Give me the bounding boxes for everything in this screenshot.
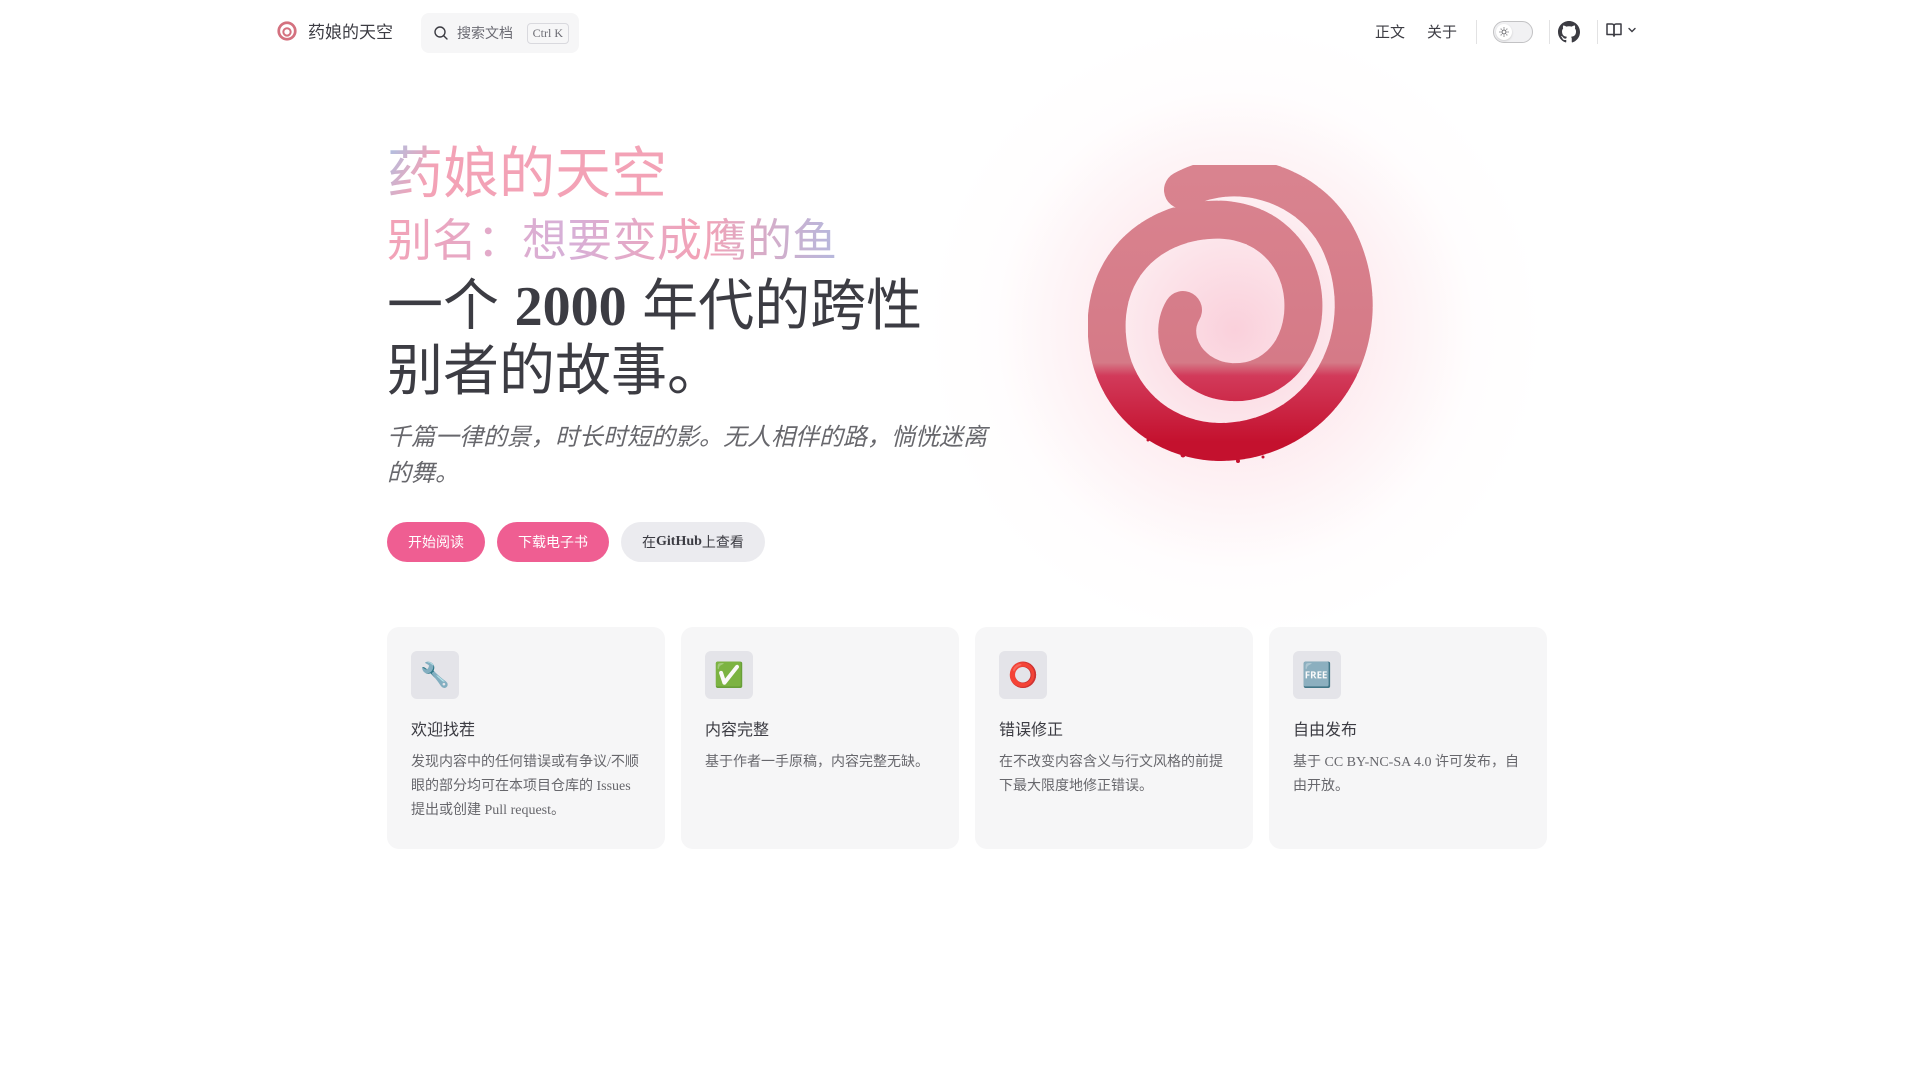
hero-headline-part: 别者的故事。: [387, 339, 723, 402]
nav-divider: [1549, 20, 1550, 44]
feature-details: 发现内容中的任何错误或有争议/不顺眼的部分均可在本项目仓库的 Issues 提出…: [411, 755, 639, 818]
github-icon[interactable]: [1558, 21, 1580, 43]
view-on-github-button[interactable]: 在 GitHub 上查看: [621, 522, 765, 562]
feature-title: 欢迎找茬: [411, 722, 476, 739]
wrench-icon: 🔧: [411, 651, 459, 699]
check-mark-icon: ✅: [705, 651, 753, 699]
github-button-brand: GitHub: [656, 534, 702, 549]
feature-details: 在不改变内容含义与行文风格的前提下最大限度地修正错误。: [999, 755, 1223, 794]
feature-title: 自由发布: [1293, 722, 1358, 739]
search-placeholder: 搜索文档: [457, 25, 513, 41]
feature-card: ✅ 内容完整 基于作者一手原稿，内容完整无缺。: [681, 627, 959, 849]
nav-link-main-text[interactable]: 正文: [1375, 21, 1405, 42]
sun-icon: [1499, 27, 1509, 37]
nav-divider: [1476, 20, 1477, 44]
github-button-suffix: 上查看: [701, 534, 744, 550]
github-button-prefix: 在: [642, 534, 656, 550]
hero-actions: 开始阅读 下载电子书 在 GitHub 上查看: [387, 522, 765, 562]
hero-headline: 一个 2000 年代的跨性 别者的故事。: [387, 274, 987, 403]
hero-alias: 别名：想要变成鹰的鱼: [387, 212, 837, 270]
feature-title: 内容完整: [705, 722, 770, 739]
search-button[interactable]: 搜索文档 Ctrl K: [421, 13, 579, 53]
download-ebook-button[interactable]: 下载电子书: [497, 522, 609, 562]
feature-title: 错误修正: [999, 722, 1064, 739]
feature-card: 🆓 自由发布 基于 CC BY-NC-SA 4.0 许可发布，自由开放。: [1269, 627, 1547, 849]
search-shortcut-key: Ctrl K: [526, 22, 569, 44]
feature-card: ⭕ 错误修正 在不改变内容含义与行文风格的前提下最大限度地修正错误。: [975, 627, 1253, 849]
search-icon: [434, 26, 448, 40]
chevron-down-icon: [1628, 27, 1636, 33]
hero-tagline: 千篇一律的景，时长时短的影。无人相伴的路，惝恍迷离的舞。: [387, 424, 987, 487]
hollow-circle-icon: ⭕: [999, 651, 1047, 699]
appearance-toggle[interactable]: [1493, 21, 1533, 43]
feature-card: 🔧 欢迎找茬 发现内容中的任何错误或有争议/不顺眼的部分均可在本项目仓库的 Is…: [387, 627, 665, 849]
toggle-knob: [1496, 24, 1512, 40]
top-navbar: 药娘的天空 搜索文档 Ctrl K 正文 关于: [0, 0, 1920, 64]
book-icon: [1606, 23, 1622, 37]
nav-link-about[interactable]: 关于: [1427, 21, 1457, 42]
book-menu-dropdown[interactable]: [1605, 21, 1637, 39]
nav-divider: [1597, 20, 1598, 44]
feature-details: 基于作者一手原稿，内容完整无缺。: [705, 755, 929, 770]
spiral-logo-icon: [277, 20, 297, 41]
hero-name: 药娘的天空: [387, 142, 667, 205]
site-brand-link[interactable]: 药娘的天空: [276, 18, 393, 43]
hero-headline-year: 2000: [514, 276, 627, 338]
hero-headline-part: 年代的跨性: [626, 274, 923, 337]
hero-headline-part: 一个: [387, 274, 515, 337]
free-icon: 🆓: [1293, 651, 1341, 699]
features-section: 🔧 欢迎找茬 发现内容中的任何错误或有争议/不顺眼的部分均可在本项目仓库的 Is…: [387, 627, 1547, 849]
start-reading-button[interactable]: 开始阅读: [387, 522, 485, 562]
hero-spiral-logo-image: [1088, 165, 1373, 463]
site-title: 药娘的天空: [308, 23, 393, 42]
feature-details: 基于 CC BY-NC-SA 4.0 许可发布，自由开放。: [1293, 755, 1519, 794]
